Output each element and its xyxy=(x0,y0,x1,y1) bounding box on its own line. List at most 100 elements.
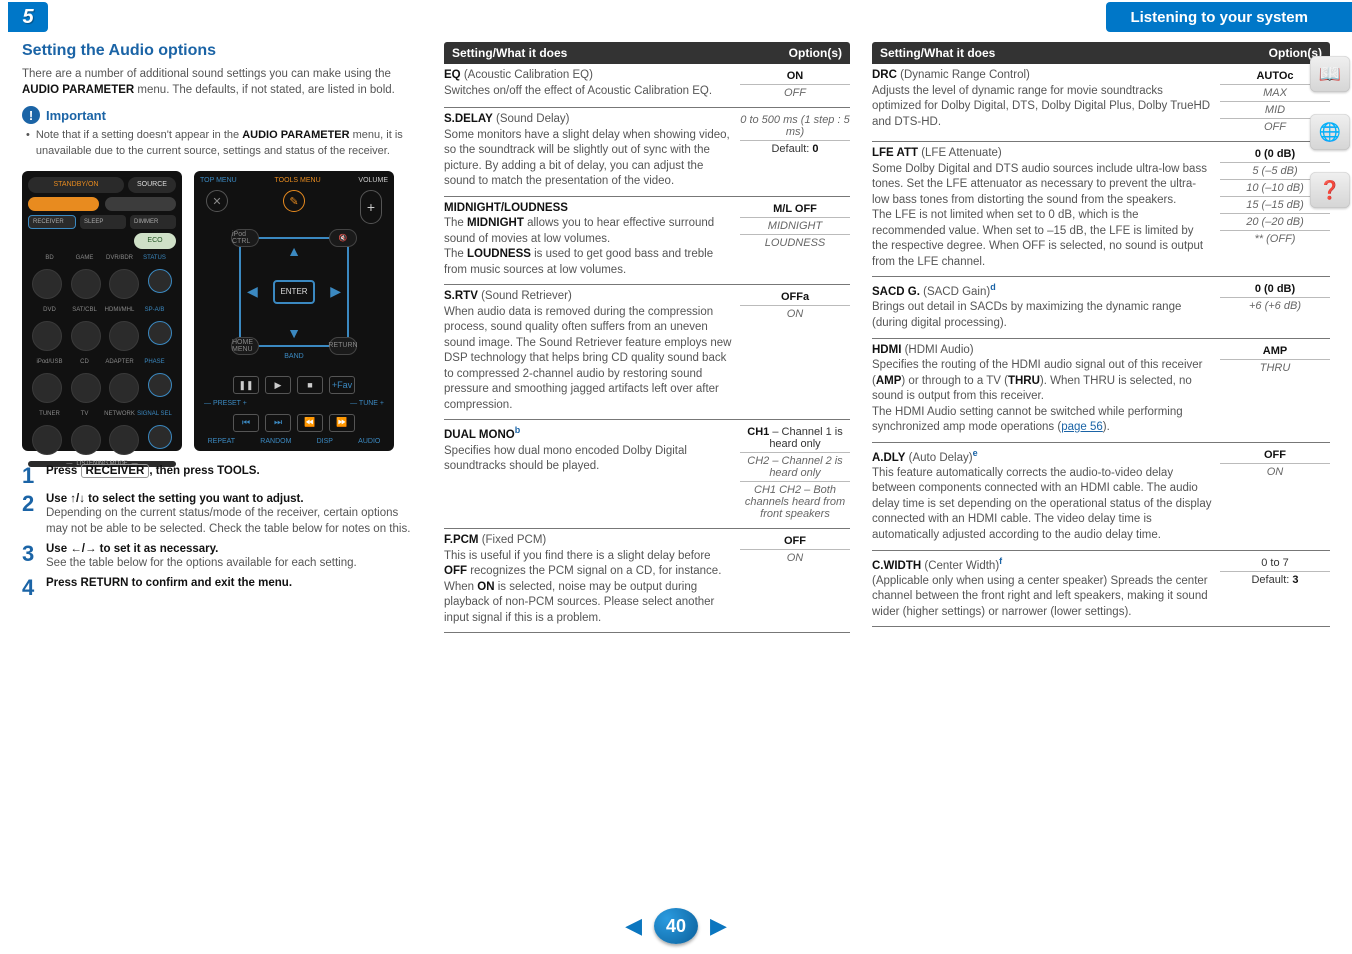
step-number: 2 xyxy=(22,493,40,537)
remote-round-button xyxy=(109,425,139,455)
corner-home: HOME MENU xyxy=(231,337,259,355)
chapter-title: Listening to your system xyxy=(1106,2,1352,32)
remote-label: HDMI/MHL xyxy=(102,307,137,313)
remote-receiver: RECEIVER xyxy=(28,215,76,229)
option-description: A.DLY (Auto Delay)eThis feature automati… xyxy=(872,447,1212,544)
remote2-volume: VOLUME xyxy=(358,177,388,184)
remote2-dpad: iPod CTRL 🔇 HOME MENU RETURN ▲ ▼ ◀ ▶ ENT… xyxy=(239,237,349,347)
option-value: ON xyxy=(1220,463,1330,480)
next-page-icon[interactable]: ▶ xyxy=(710,913,727,939)
remote-label: SAT/CBL xyxy=(67,307,102,313)
option-value: CH1 CH2 – Both channels heard from front… xyxy=(740,481,850,522)
remote-row-2-btns xyxy=(28,319,176,353)
remote-round-button xyxy=(109,321,139,351)
step-number: 1 xyxy=(22,465,40,487)
remote-label: SIGNAL SEL xyxy=(137,411,172,417)
table-body-right: DRC (Dynamic Range Control)Adjusts the l… xyxy=(872,64,1330,627)
option-row: DRC (Dynamic Range Control)Adjusts the l… xyxy=(872,64,1330,142)
help-icon[interactable]: ❓ xyxy=(1310,172,1350,208)
option-row: MIDNIGHT/LOUDNESSThe MIDNIGHT allows you… xyxy=(444,197,850,286)
remote-standby: STANDBY/ON xyxy=(28,177,124,193)
option-value: OFF xyxy=(740,533,850,549)
stop-icon: ■ xyxy=(297,376,323,394)
option-description: LFE ATT (LFE Attenuate)Some Dolby Digita… xyxy=(872,146,1212,270)
option-row: S.DELAY (Sound Delay)Some monitors have … xyxy=(444,108,850,197)
option-row: A.DLY (Auto Delay)eThis feature automati… xyxy=(872,443,1330,551)
option-value: OFFa xyxy=(740,289,850,305)
remote-label: GAME xyxy=(67,255,102,261)
arrow-down-icon: ▼ xyxy=(287,325,301,341)
option-values: 0 to 500 ms (1 step : 5 ms)Default: 0 xyxy=(740,112,850,190)
remote-round-button xyxy=(148,425,172,449)
option-row: DUAL MONObSpecifies how dual mono encode… xyxy=(444,420,850,529)
remote-label: CD xyxy=(67,359,102,365)
option-value: LOUDNESS xyxy=(740,234,850,251)
intro-text: There are a number of additional sound s… xyxy=(22,66,422,98)
important-bullet: • Note that if a setting doesn't appear … xyxy=(26,128,422,159)
corner-mute: 🔇 xyxy=(329,229,357,247)
option-value: 0 to 7 xyxy=(1220,555,1330,571)
arrow-right-icon: ▶ xyxy=(330,283,341,300)
option-description: S.DELAY (Sound Delay)Some monitors have … xyxy=(444,112,732,190)
remote-source-btn xyxy=(105,197,176,211)
important-text: Note that if a setting doesn't appear in… xyxy=(36,128,422,159)
option-values: OFFON xyxy=(740,533,850,626)
pause-icon: ❚❚ xyxy=(233,376,259,394)
side-icon-strip: 📖 🌐 ❓ xyxy=(1310,56,1350,208)
right-column: Setting/What it does Option(s) DRC (Dyna… xyxy=(872,42,1330,633)
remote-round-button xyxy=(71,425,101,455)
option-values: ONOFF xyxy=(740,68,850,101)
table-body-mid: EQ (Acoustic Calibration EQ)Switches on/… xyxy=(444,64,850,633)
option-values: 0 (0 dB)+6 (+6 dB) xyxy=(1220,281,1330,331)
option-row: HDMI (HDMI Audio)Specifies the routing o… xyxy=(872,339,1330,443)
option-description: DUAL MONObSpecifies how dual mono encode… xyxy=(444,424,732,522)
manual-icon[interactable]: 📖 xyxy=(1310,56,1350,92)
chapter-badge: 5 xyxy=(8,2,48,32)
page-link[interactable]: page 56 xyxy=(1061,421,1103,433)
remote-label: iPod/USB xyxy=(32,359,67,365)
network-icon[interactable]: 🌐 xyxy=(1310,114,1350,150)
remote-power-btn xyxy=(28,197,99,211)
remote-label: DVD xyxy=(32,307,67,313)
step: 4Press RETURN to confirm and exit the me… xyxy=(22,577,422,599)
important-heading: ! Important xyxy=(22,106,422,124)
bullet-dot: • xyxy=(26,128,30,159)
remote-round-button xyxy=(148,321,172,345)
remote2-tools: TOOLS MENU xyxy=(274,177,320,184)
remote-eco: ECO xyxy=(134,233,176,249)
remote-round-button xyxy=(109,269,139,299)
vol-up-icon: + xyxy=(360,190,382,224)
option-value: ** (OFF) xyxy=(1220,230,1330,247)
receiver-button-outline: RECEIVER xyxy=(81,464,150,478)
remote2-topmenu: TOP MENU xyxy=(200,177,237,184)
option-value: AMP xyxy=(1220,343,1330,359)
table-header-right: Setting/What it does Option(s) xyxy=(872,42,1330,64)
option-value: CH2 – Channel 2 is heard only xyxy=(740,452,850,481)
step: 1Press RECEIVER, then press TOOLS. xyxy=(22,465,422,487)
option-value: ON xyxy=(740,68,850,84)
step-number: 3 xyxy=(22,543,40,571)
option-value: OFF xyxy=(740,84,850,101)
remote-label: PHASE xyxy=(137,359,172,365)
option-row: S.RTV (Sound Retriever)When audio data i… xyxy=(444,285,850,420)
step-title: Use ←/→ to set it as necessary. xyxy=(46,543,422,555)
middle-column: Setting/What it does Option(s) EQ (Acous… xyxy=(444,42,850,633)
option-description: DRC (Dynamic Range Control)Adjusts the l… xyxy=(872,68,1212,135)
remote-round-button xyxy=(148,373,172,397)
remote-round-button xyxy=(32,269,62,299)
remote-sleep: SLEEP xyxy=(80,215,126,229)
remote-round-button xyxy=(148,269,172,293)
section-title: Setting the Audio options xyxy=(22,42,422,60)
remote-row-3: iPod/USBCDADAPTERPHASE xyxy=(28,357,176,367)
remote-round-button xyxy=(71,373,101,403)
step-title: Use ↑/↓ to select the setting you want t… xyxy=(46,493,422,505)
remote-left: STANDBY/ON SOURCE RECEIVER SLEEP DIMMER … xyxy=(22,171,182,451)
option-row: SACD G. (SACD Gain)dBrings out detail in… xyxy=(872,277,1330,338)
remote-label: BD xyxy=(32,255,67,261)
option-value: Default: 0 xyxy=(740,140,850,157)
prev-page-icon[interactable]: ◀ xyxy=(625,913,642,939)
remote2-bottom-row: REPEAT RANDOM DISP AUDIO xyxy=(200,438,388,445)
option-row: LFE ATT (LFE Attenuate)Some Dolby Digita… xyxy=(872,142,1330,277)
step: 2 Use ↑/↓ to select the setting you want … xyxy=(22,493,422,537)
remote-label: SP-A/B xyxy=(137,307,172,313)
